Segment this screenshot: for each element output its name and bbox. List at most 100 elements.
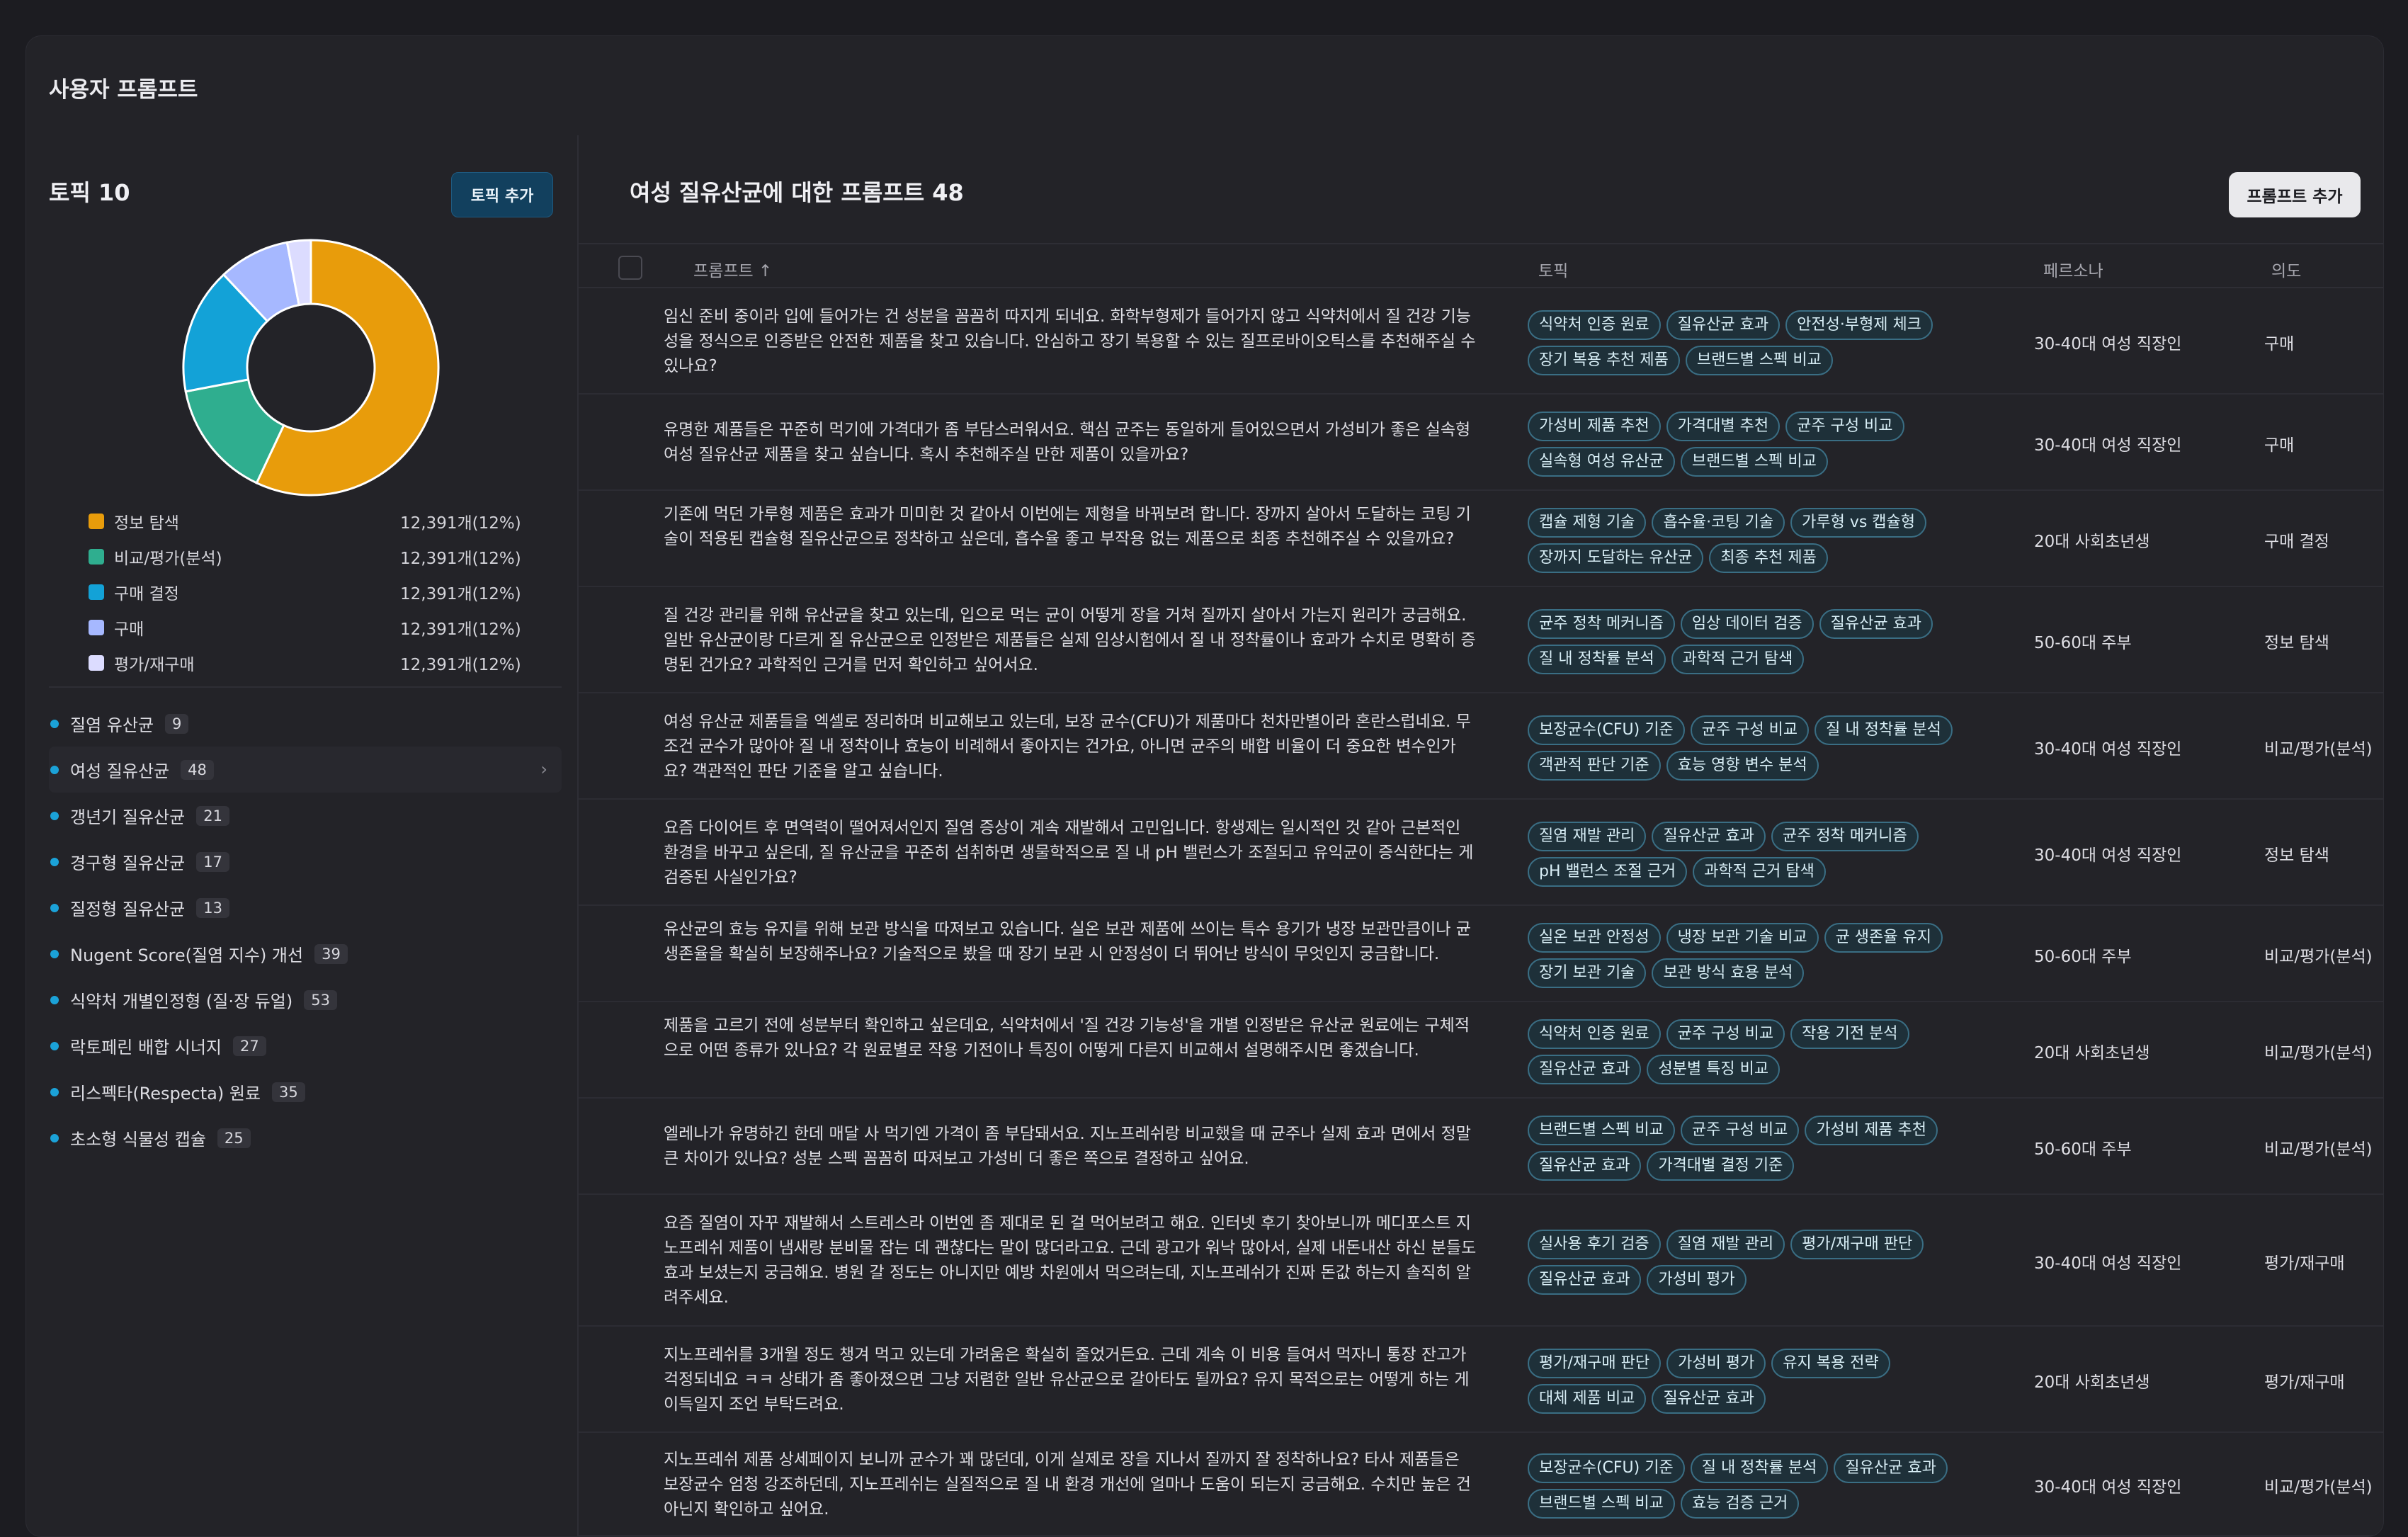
topic-tag[interactable]: 캡슐 제형 기술 xyxy=(1528,508,1647,538)
topic-tag[interactable]: 브랜드별 스펙 비교 xyxy=(1680,447,1828,477)
topic-tag[interactable]: 임상 데이터 검증 xyxy=(1680,609,1814,639)
table-row[interactable]: 엘레나가 유명하긴 한데 매달 사 먹기엔 가격이 좀 부담돼서요. 지노프레쉬… xyxy=(579,1099,2383,1195)
topic-bullet-icon xyxy=(50,995,59,1004)
intent-cell: 정보 탐색 xyxy=(2264,846,2329,865)
topic-tag[interactable]: 유지 복용 전략 xyxy=(1771,1349,1890,1378)
topic-tag[interactable]: 효능 영향 변수 분석 xyxy=(1666,751,1819,781)
topic-item[interactable]: 초소형 식물성 캡슐 25 xyxy=(49,1115,562,1161)
topic-item[interactable]: 리스펙타(Respecta) 원료 35 xyxy=(49,1069,562,1115)
topic-tag[interactable]: 가격대별 추천 xyxy=(1666,412,1781,441)
topic-tag[interactable]: 질유산균 효과 xyxy=(1819,609,1933,639)
topic-tag[interactable]: 작용 기전 분석 xyxy=(1790,1019,1909,1049)
topic-tag[interactable]: 실사용 후기 검증 xyxy=(1528,1230,1661,1259)
topic-tag[interactable]: 성분별 특징 비교 xyxy=(1647,1055,1781,1084)
topic-item[interactable]: 질정형 질유산균 13 xyxy=(49,885,562,931)
topic-tag[interactable]: 식약처 인증 원료 xyxy=(1528,310,1661,340)
topic-tag[interactable]: 질염 재발 관리 xyxy=(1528,822,1647,851)
table-row[interactable]: 임신 준비 중이라 입에 들어가는 건 성분을 꼼꼼히 따지게 되네요. 화학부… xyxy=(579,288,2383,395)
topic-tag[interactable]: 장기 보관 기술 xyxy=(1528,958,1647,988)
topic-tag[interactable]: 실온 보관 안정성 xyxy=(1528,923,1661,953)
add-prompt-button[interactable]: 프롬프트 추가 xyxy=(2229,172,2361,217)
topic-tag[interactable]: 균주 정착 메커니즘 xyxy=(1771,822,1919,851)
table-row[interactable]: 지노프레쉬를 3개월 정도 챙겨 먹고 있는데 가려움은 확실히 줄었거든요. … xyxy=(579,1327,2383,1433)
column-header-persona[interactable]: 페르소나 xyxy=(2043,257,2103,281)
legend-label: 비교/평가(분석) xyxy=(114,550,222,568)
topic-item[interactable]: 식약처 개별인정형 (질·장 듀얼) 53 xyxy=(49,977,562,1023)
topic-item[interactable]: Nugent Score(질염 지수) 개선 39 xyxy=(49,931,562,977)
topic-tag[interactable]: 과학적 근거 탐색 xyxy=(1671,645,1805,674)
topic-tag[interactable]: 안전성·부형제 체크 xyxy=(1785,310,1933,340)
topic-tag[interactable]: 브랜드별 스펙 비교 xyxy=(1528,1116,1675,1145)
topic-tag[interactable]: 질유산균 효과 xyxy=(1528,1151,1642,1181)
topic-tag[interactable]: 가격대별 결정 기준 xyxy=(1647,1151,1795,1181)
intent-cell: 비교/평가(분석) xyxy=(2264,740,2373,759)
column-header-prompt[interactable]: 프롬프트 ↑ xyxy=(693,257,772,281)
topic-tag[interactable]: 식약처 인증 원료 xyxy=(1528,1019,1661,1049)
select-all-checkbox[interactable] xyxy=(618,256,642,280)
topic-tag[interactable]: 흡수율·코팅 기술 xyxy=(1652,508,1785,538)
topic-tag[interactable]: 균주 구성 비교 xyxy=(1785,412,1904,441)
table-row[interactable]: 지노프레쉬 제품 상세페이지 보니까 균수가 꽤 많던데, 이게 실제로 장을 … xyxy=(579,1433,2383,1536)
table-row[interactable]: 제품을 고르기 전에 성분부터 확인하고 싶은데요, 식약처에서 '질 건강 기… xyxy=(579,1002,2383,1099)
topic-tag[interactable]: 질유산균 효과 xyxy=(1666,310,1781,340)
topic-tag[interactable]: 대체 제품 비교 xyxy=(1528,1384,1647,1414)
topic-item[interactable]: 여성 질유산균 48 › xyxy=(49,747,562,793)
topic-item[interactable]: 갱년기 질유산균 21 xyxy=(49,793,562,839)
topic-tag[interactable]: 균 생존율 유지 xyxy=(1824,923,1943,953)
add-topic-button[interactable]: 토픽 추가 xyxy=(451,172,553,217)
table-row[interactable]: 요즘 다이어트 후 면역력이 떨어져서인지 질염 증상이 계속 재발해서 고민입… xyxy=(579,800,2383,906)
topic-tag[interactable]: 브랜드별 스펙 비교 xyxy=(1528,1489,1675,1519)
topic-tag[interactable]: 객관적 판단 기준 xyxy=(1528,751,1661,781)
topic-tag[interactable]: 균주 정착 메커니즘 xyxy=(1528,609,1675,639)
topic-tag[interactable]: 평가/재구매 판단 xyxy=(1790,1230,1924,1259)
topic-tag[interactable]: 가성비 제품 추천 xyxy=(1528,412,1661,441)
table-row[interactable]: 여성 유산균 제품들을 엑셀로 정리하며 비교해보고 있는데, 보장 균수(CF… xyxy=(579,693,2383,800)
topic-tag[interactable]: 가성비 제품 추천 xyxy=(1805,1116,1938,1145)
topic-tag[interactable]: 과학적 근거 탐색 xyxy=(1693,857,1826,887)
topic-tag[interactable]: 장기 복용 추천 제품 xyxy=(1528,346,1680,375)
topic-tag[interactable]: 균주 구성 비교 xyxy=(1690,715,1810,745)
topic-tag[interactable]: 보장균수(CFU) 기준 xyxy=(1528,1453,1685,1483)
topic-tag-list: 실온 보관 안정성 냉장 보관 기술 비교 균 생존율 유지장기 보관 기술 보관 방… xyxy=(1528,923,1988,988)
topic-tag[interactable]: 브랜드별 스펙 비교 xyxy=(1685,346,1833,375)
topic-tag[interactable]: 질 내 정착률 분석 xyxy=(1814,715,1953,745)
topic-tag[interactable]: 균주 구성 비교 xyxy=(1680,1116,1800,1145)
topic-tag[interactable]: 보관 방식 효용 분석 xyxy=(1652,958,1805,988)
topic-tag[interactable]: 가루형 vs 캡슐형 xyxy=(1790,508,1927,538)
topic-tag[interactable]: 질유산균 효과 xyxy=(1528,1055,1642,1084)
prompt-text: 요즘 질염이 자꾸 재발해서 스트레스라 이번엔 좀 제대로 된 걸 먹어보려고… xyxy=(664,1214,1477,1307)
topic-tag[interactable]: 질염 재발 관리 xyxy=(1666,1230,1785,1259)
topic-tag[interactable]: 질유산균 효과 xyxy=(1834,1453,1948,1483)
table-row[interactable]: 유산균의 효능 유지를 위해 보관 방식을 따져보고 있습니다. 실온 보관 제… xyxy=(579,906,2383,1002)
topic-tag[interactable]: 질유산균 효과 xyxy=(1652,822,1766,851)
topic-item[interactable]: 락토페린 배합 시너지 27 xyxy=(49,1023,562,1069)
topic-tag[interactable]: 실속형 여성 유산균 xyxy=(1528,447,1675,477)
table-row[interactable]: 기존에 먹던 가루형 제품은 효과가 미미한 것 같아서 이번에는 제형을 바꿔… xyxy=(579,491,2383,587)
table-row[interactable]: 요즘 질염이 자꾸 재발해서 스트레스라 이번엔 좀 제대로 된 걸 먹어보려고… xyxy=(579,1195,2383,1327)
topic-tag[interactable]: 질 내 정착률 분석 xyxy=(1690,1453,1829,1483)
persona-cell: 20대 사회초년생 xyxy=(2034,1373,2150,1392)
topic-tag[interactable]: 가성비 평가 xyxy=(1647,1265,1747,1295)
table-row[interactable]: 유명한 제품들은 꾸준히 먹기에 가격대가 좀 부담스러워서요. 핵심 균주는 … xyxy=(579,395,2383,491)
topic-tag[interactable]: 최종 추천 제품 xyxy=(1709,543,1828,573)
column-header-topic[interactable]: 토픽 xyxy=(1538,257,1568,281)
topic-tag[interactable]: 장까지 도달하는 유산균 xyxy=(1528,543,1704,573)
topic-tag[interactable]: pH 밸런스 조절 근거 xyxy=(1528,857,1688,887)
topic-tag[interactable]: 균주 구성 비교 xyxy=(1666,1019,1785,1049)
topic-item[interactable]: 경구형 질유산균 17 xyxy=(49,839,562,885)
topic-tag[interactable]: 가성비 평가 xyxy=(1666,1349,1766,1378)
persona-cell: 20대 사회초년생 xyxy=(2034,533,2150,551)
table-row[interactable]: 질 건강 관리를 위해 유산균을 찾고 있는데, 입으로 먹는 균이 어떻게 장… xyxy=(579,587,2383,693)
persona-cell: 30-40대 여성 직장인 xyxy=(2034,1478,2182,1497)
topic-name: 식약처 개별인정형 (질·장 듀얼) xyxy=(70,992,293,1011)
column-header-intent[interactable]: 의도 xyxy=(2271,257,2301,281)
topic-tag[interactable]: 평가/재구매 판단 xyxy=(1528,1349,1662,1378)
topic-tag[interactable]: 질유산균 효과 xyxy=(1528,1265,1642,1295)
topic-tag[interactable]: 보장균수(CFU) 기준 xyxy=(1528,715,1685,745)
topic-tag[interactable]: 냉장 보관 기술 비교 xyxy=(1666,923,1819,953)
legend-item: 정보 탐색 12,391개(12%) xyxy=(89,504,542,539)
topic-tag[interactable]: 질 내 정착률 분석 xyxy=(1528,645,1666,674)
topic-tag[interactable]: 효능 검증 근거 xyxy=(1680,1489,1800,1519)
topic-tag[interactable]: 질유산균 효과 xyxy=(1652,1384,1766,1414)
topic-item[interactable]: 질염 유산균 9 xyxy=(49,701,562,747)
